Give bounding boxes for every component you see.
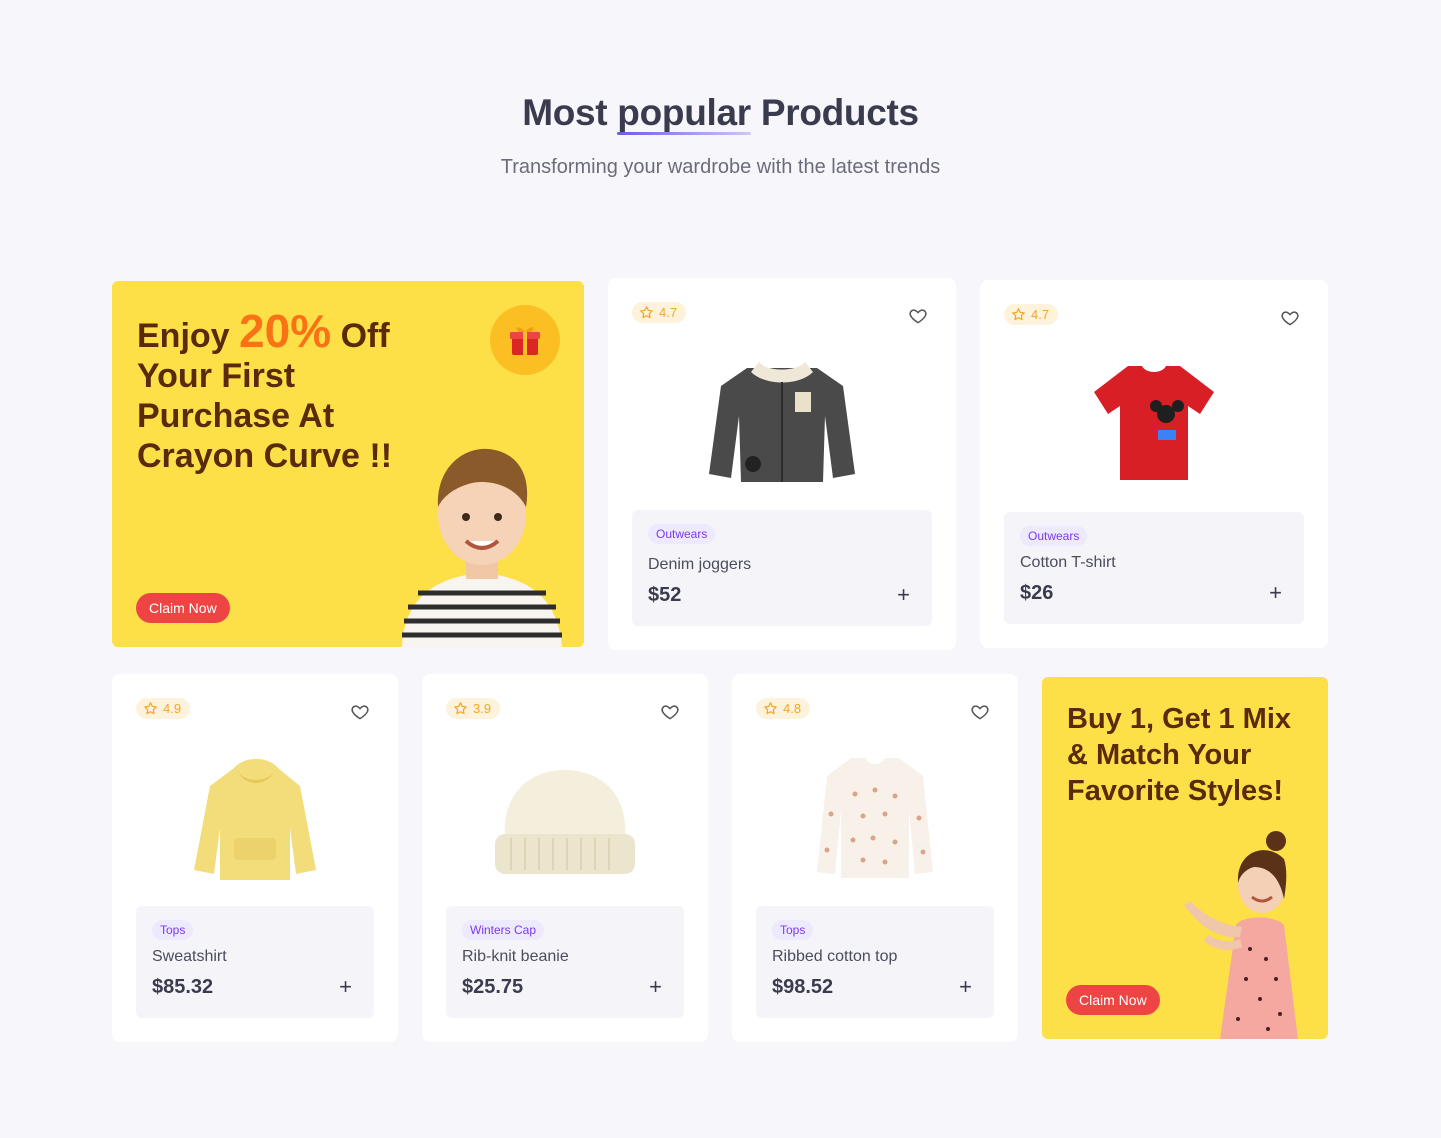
- gift-icon: [510, 327, 540, 355]
- denim-jacket-image: [709, 362, 855, 482]
- heart-icon[interactable]: [970, 702, 990, 722]
- product-price: $98.52: [772, 976, 834, 998]
- section-subtitle: Transforming your wardrobe with the late…: [500, 156, 941, 178]
- product-name[interactable]: Sweatshirt: [152, 948, 227, 966]
- promo-banner-bogo: Buy 1, Get 1 Mix & Match Your Favorite S…: [1042, 677, 1328, 1039]
- beanie-image: [495, 770, 635, 874]
- section-title: Most popular Products: [0, 92, 1441, 135]
- rating-badge: 4.7: [1004, 304, 1059, 325]
- heart-icon[interactable]: [350, 702, 370, 722]
- product-price: $52: [648, 584, 682, 606]
- product-card[interactable]: 4.7 Outwears Cotton T-shirt $26 +: [980, 280, 1328, 648]
- title-word-products: Products: [760, 92, 919, 133]
- heart-icon[interactable]: [660, 702, 680, 722]
- boy-illustration: [402, 448, 562, 647]
- star-icon: [144, 702, 157, 715]
- product-info: Winters Cap Rib-knit beanie $25.75 +: [446, 906, 684, 1018]
- product-info: Outwears Cotton T-shirt $26 +: [1004, 512, 1304, 624]
- add-to-cart-button[interactable]: +: [897, 584, 910, 606]
- claim-now-button[interactable]: Claim Now: [1066, 985, 1160, 1015]
- product-card[interactable]: 4.8 Tops Ribbed cotton top $98.52 +: [732, 674, 1018, 1042]
- star-icon: [764, 702, 777, 715]
- star-icon: [1012, 308, 1025, 321]
- product-info: Outwears Denim joggers $52 +: [632, 510, 932, 626]
- add-to-cart-button[interactable]: +: [959, 976, 972, 998]
- product-card[interactable]: 3.9 Winters Cap Rib-knit beanie $25.75 +: [422, 674, 708, 1042]
- gift-badge: [490, 305, 560, 375]
- promo-enjoy: Enjoy: [137, 317, 230, 355]
- product-name[interactable]: Cotton T-shirt: [1020, 554, 1116, 572]
- red-tshirt-image: [1094, 366, 1214, 480]
- add-to-cart-button[interactable]: +: [339, 976, 352, 998]
- product-info: Tops Ribbed cotton top $98.52 +: [756, 906, 994, 1018]
- product-name[interactable]: Denim joggers: [648, 556, 751, 574]
- rating-badge: 4.7: [632, 302, 687, 323]
- girl-illustration: [1184, 831, 1298, 1039]
- yellow-hoodie-image: [194, 759, 316, 880]
- rating-badge: 4.9: [136, 698, 191, 719]
- product-price: $85.32: [152, 976, 214, 998]
- add-to-cart-button[interactable]: +: [649, 976, 662, 998]
- rating-badge: 3.9: [446, 698, 501, 719]
- promo-headline: Buy 1, Get 1 Mix & Match Your Favorite S…: [1067, 703, 1292, 807]
- product-price: $25.75: [462, 976, 524, 998]
- product-price: $26: [1020, 582, 1054, 604]
- rating-value: 4.9: [163, 701, 182, 716]
- product-info: Tops Sweatshirt $85.32 +: [136, 906, 374, 1018]
- floral-top-image: [817, 758, 933, 878]
- heart-icon[interactable]: [908, 306, 928, 326]
- rating-value: 4.7: [659, 305, 678, 320]
- category-tag[interactable]: Tops: [772, 920, 814, 940]
- rating-value: 4.8: [783, 701, 802, 716]
- product-name[interactable]: Rib-knit beanie: [462, 948, 569, 966]
- rating-badge: 4.8: [756, 698, 811, 719]
- product-card[interactable]: 4.9 Tops Sweatshirt $85.32 +: [112, 674, 398, 1042]
- section-header: Most popular Products Transforming your …: [0, 92, 1441, 179]
- add-to-cart-button[interactable]: +: [1269, 582, 1282, 604]
- product-name[interactable]: Ribbed cotton top: [772, 948, 897, 966]
- product-card[interactable]: 4.7 Outwears Denim joggers $52 +: [608, 278, 956, 650]
- promo-percent: 20%: [239, 305, 332, 357]
- category-tag[interactable]: Outwears: [648, 524, 716, 544]
- star-icon: [454, 702, 467, 715]
- heart-icon[interactable]: [1280, 308, 1300, 328]
- category-tag[interactable]: Outwears: [1020, 526, 1088, 546]
- claim-now-button[interactable]: Claim Now: [136, 593, 230, 623]
- title-word-popular: popular: [617, 92, 751, 135]
- star-icon: [640, 306, 653, 319]
- rating-value: 3.9: [473, 701, 492, 716]
- category-tag[interactable]: Winters Cap: [462, 920, 545, 940]
- rating-value: 4.7: [1031, 307, 1050, 322]
- category-tag[interactable]: Tops: [152, 920, 194, 940]
- promo-banner-discount: Enjoy 20% Off Your First Purchase At Cra…: [112, 281, 584, 647]
- title-word-most: Most: [522, 92, 608, 133]
